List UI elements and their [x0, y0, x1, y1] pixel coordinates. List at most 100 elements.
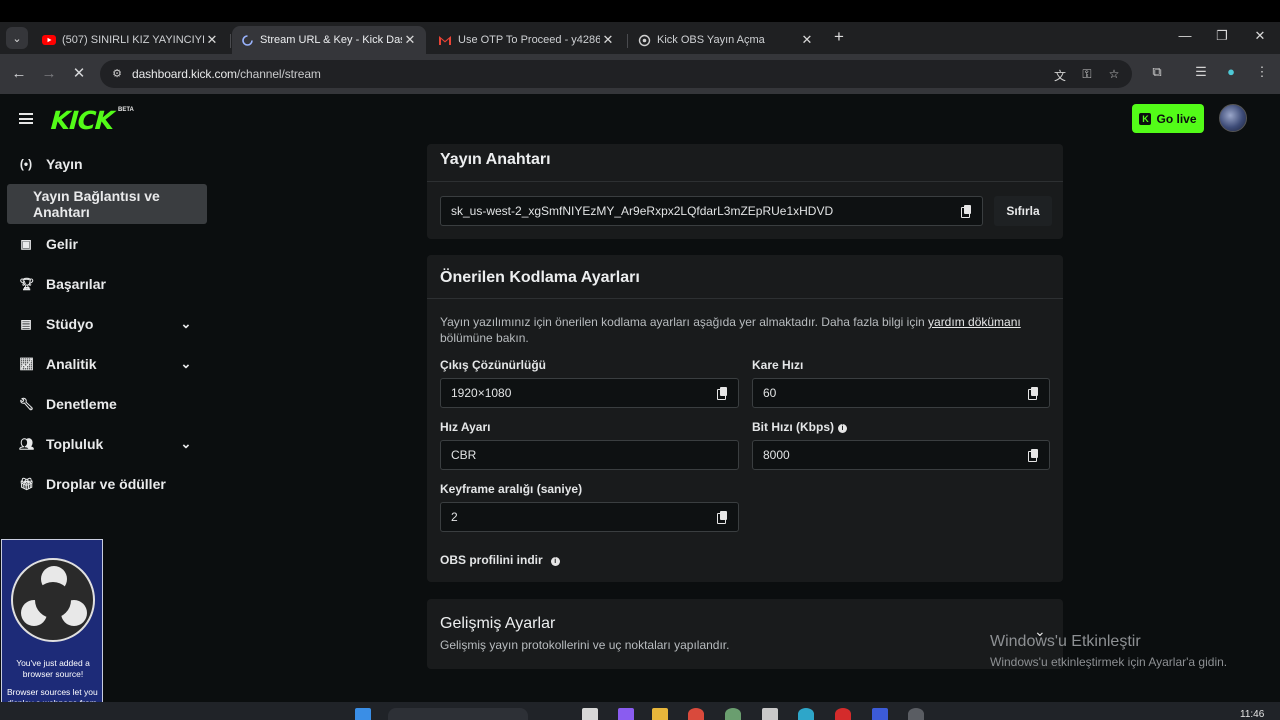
close-window-icon[interactable]: ✕ [1250, 28, 1270, 44]
description-tail: bölümüne bakın. [440, 331, 529, 345]
maximize-icon[interactable]: ❐ [1212, 28, 1232, 44]
sidebar-item-studyo[interactable]: ▤ Stüdyo ⌄ [0, 304, 215, 344]
obs-popup-line1: You've just added a browser source! [16, 658, 90, 679]
chevron-down-icon[interactable]: ⌄ [179, 356, 193, 372]
new-tab-icon[interactable]: + [830, 28, 848, 46]
hamburger-menu-icon[interactable] [19, 113, 33, 124]
browser-toolbar: ← → ✕ ⚙ dashboard.kick.com/channel/strea… [0, 54, 1280, 94]
taskbar-search[interactable] [388, 708, 528, 720]
bookmark-star-icon[interactable]: ☆ [1106, 67, 1122, 83]
tab-chatgpt[interactable]: Kick OBS Yayın Açma ✕ [629, 26, 823, 54]
copy-icon[interactable] [1028, 449, 1039, 462]
keyframe-field[interactable]: 2 [440, 502, 739, 532]
avatar[interactable] [1219, 104, 1247, 132]
close-tab-icon[interactable]: ✕ [600, 32, 616, 48]
rate-control-field[interactable]: CBR [440, 440, 739, 470]
sidebar-item-analitik[interactable]: 📈︎ Analitik ⌄ [0, 344, 215, 384]
sidebar-item-label: Yayın Bağlantısı ve Anahtarı [33, 188, 160, 220]
bitrate-value: 8000 [763, 448, 790, 462]
site-info-icon[interactable]: ⚙ [110, 67, 124, 81]
sidebar-item-label: Gelir [46, 236, 78, 252]
sidebar-item-label: Analitik [46, 356, 97, 372]
file-explorer-icon[interactable] [652, 708, 668, 720]
forward-icon[interactable]: → [39, 64, 59, 84]
tab-gmail[interactable]: Use OTP To Proceed - y4286750 ✕ [430, 26, 624, 54]
sidebar-item-label: Başarılar [46, 276, 106, 292]
obs-download-row[interactable]: OBS profilini indir i [440, 553, 560, 567]
tab-separator [627, 34, 628, 48]
tab-kick-dashboard[interactable]: Stream URL & Key - Kick Dashbo ✕ [232, 26, 426, 54]
divider [427, 298, 1063, 299]
go-live-button[interactable]: K Go live [1132, 104, 1204, 133]
start-icon[interactable] [355, 708, 371, 720]
edge-icon[interactable] [798, 708, 814, 720]
sidebar-item-droplar[interactable]: 🎁︎ Droplar ve ödüller [0, 464, 215, 504]
sidebar-item-yayin[interactable]: (•) Yayın [0, 144, 215, 184]
framerate-field[interactable]: 60 [752, 378, 1050, 408]
sidebar-item-topluluk[interactable]: 👥︎ Topluluk ⌄ [0, 424, 215, 464]
key-icon[interactable]: ⚿ [1079, 67, 1095, 83]
copy-icon[interactable] [1028, 387, 1039, 400]
sidebar-item-basarilar[interactable]: 🏆︎ Başarılar [0, 264, 215, 304]
rate-control-value: CBR [451, 448, 477, 462]
bitrate-label: Bit Hızı (Kbps) [752, 420, 834, 434]
chatgpt-icon [637, 33, 651, 47]
minimize-icon[interactable]: — [1175, 28, 1195, 43]
tab-search-chevron-icon[interactable]: ⌄ [6, 27, 28, 49]
obs-download-label[interactable]: OBS profilini indir [440, 553, 543, 567]
resolution-field[interactable]: 1920×1080 [440, 378, 739, 408]
close-tab-icon[interactable]: ✕ [799, 32, 815, 48]
info-icon[interactable]: i [550, 557, 560, 566]
copy-icon[interactable] [961, 205, 972, 218]
kick-logo[interactable]: KICK [50, 106, 114, 135]
copy-icon[interactable] [717, 511, 728, 524]
sidebar-item-denetleme[interactable]: 🔧︎ Denetleme [0, 384, 215, 424]
reset-key-button[interactable]: Sıfırla [994, 196, 1052, 226]
trophy-icon: 🏆︎ [19, 277, 35, 291]
tab-title: (507) SINIRLI KIZ YAYINCIYI HİLE [62, 34, 204, 46]
task-view-icon[interactable] [582, 708, 598, 720]
copilot-icon[interactable] [618, 708, 634, 720]
keyframe-label: Keyframe aralığı (saniye) [440, 482, 583, 496]
copy-icon[interactable] [717, 387, 728, 400]
obs-logo-icon [11, 558, 95, 642]
store-icon[interactable] [762, 708, 778, 720]
stop-loading-icon[interactable]: ✕ [69, 64, 89, 84]
advanced-settings-card[interactable]: Gelişmiş Ayarlar Gelişmiş yayın protokol… [427, 599, 1063, 669]
info-icon[interactable]: i [838, 424, 847, 433]
reading-list-icon[interactable]: ☰ [1192, 64, 1210, 82]
tab-youtube[interactable]: (507) SINIRLI KIZ YAYINCIYI HİLE ✕ [34, 26, 228, 54]
stream-key-field[interactable]: sk_us-west-2_xgSmfNIYEzMY_Ar9eRxpx2LQfda… [440, 196, 983, 226]
obs-taskbar-icon[interactable] [908, 708, 924, 720]
extensions-icon[interactable]: ⧉ [1148, 64, 1166, 82]
profile-extension-icon[interactable]: ● [1222, 64, 1240, 82]
close-tab-icon[interactable]: ✕ [204, 32, 220, 48]
sidebar-item-label: Topluluk [46, 436, 104, 452]
description-text: Yayın yazılımınız için önerilen kodlama … [440, 315, 929, 329]
app-icon[interactable] [725, 708, 741, 720]
address-bar[interactable]: ⚙ dashboard.kick.com/channel/stream 文 ⚿ … [100, 60, 1132, 88]
sidebar-item-stream-key[interactable]: Yayın Bağlantısı ve Anahtarı [7, 184, 207, 224]
back-icon[interactable]: ← [9, 64, 29, 84]
close-tab-icon[interactable]: ✕ [402, 32, 418, 48]
app-icon[interactable] [872, 708, 888, 720]
sidebar-item-label: Droplar ve ödüller [46, 476, 166, 492]
broadcast-icon: (•) [19, 157, 33, 171]
chrome-icon[interactable] [688, 708, 704, 720]
youtube-icon [42, 33, 56, 47]
sidebar-item-gelir[interactable]: ▣ Gelir [0, 224, 215, 264]
browser-menu-icon[interactable]: ⋮ [1253, 64, 1271, 82]
help-doc-link[interactable]: yardım dökümanı [928, 315, 1021, 329]
tab-title: Stream URL & Key - Kick Dashbo [260, 34, 402, 46]
gift-icon: 🎁︎ [19, 477, 35, 491]
opera-icon[interactable] [835, 708, 851, 720]
chevron-down-icon[interactable]: ⌄ [179, 436, 193, 452]
url-text[interactable]: dashboard.kick.com/channel/stream [132, 67, 321, 81]
tab-title: Kick OBS Yayın Açma [657, 34, 765, 46]
encoding-title: Önerilen Kodlama Ayarları [440, 269, 640, 286]
browser-tab-strip: ⌄ (507) SINIRLI KIZ YAYINCIYI HİLE ✕ Str… [0, 22, 1280, 54]
advanced-subtitle: Gelişmiş yayın protokollerini ve uç nokt… [440, 638, 730, 652]
bitrate-field[interactable]: 8000 [752, 440, 1050, 470]
chevron-down-icon[interactable]: ⌄ [179, 316, 193, 332]
translate-icon[interactable]: 文 [1052, 67, 1068, 83]
